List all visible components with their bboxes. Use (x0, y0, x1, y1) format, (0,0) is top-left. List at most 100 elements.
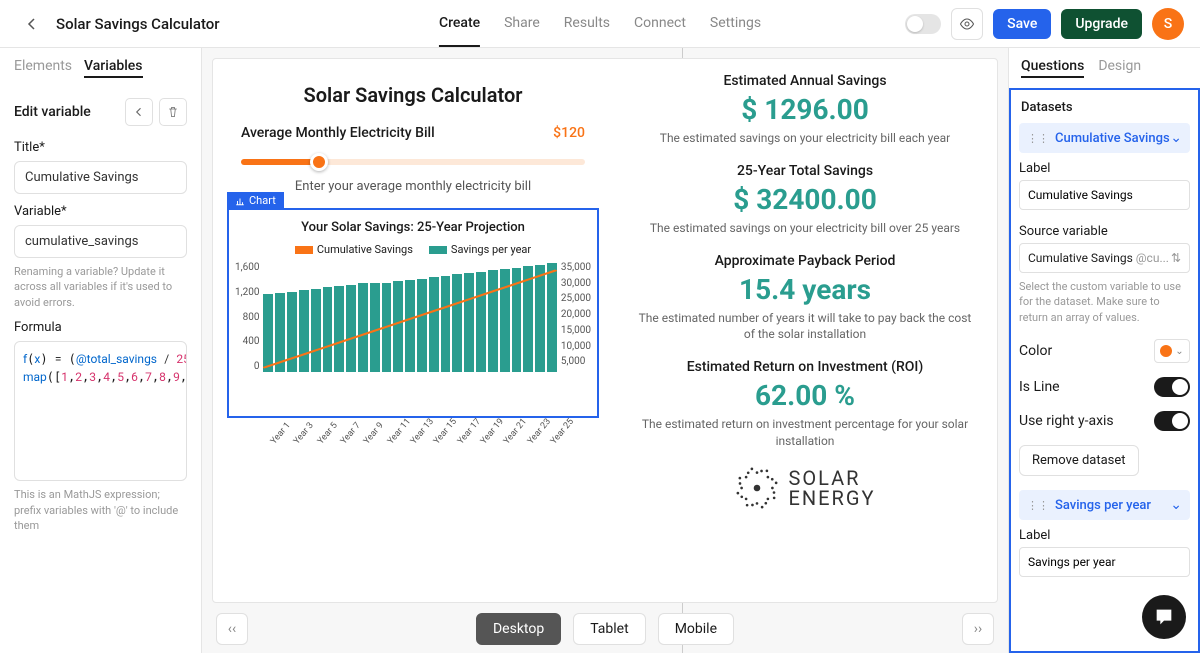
dataset-cumulative[interactable]: ⋮⋮Cumulative Savings ⌄ (1019, 123, 1190, 153)
delete-button[interactable] (159, 98, 187, 126)
chevron-down-icon: ⌄ (1170, 497, 1182, 513)
stat-value: $ 1296.00 (633, 93, 977, 126)
stat-label: Estimated Return on Investment (ROI) (633, 359, 977, 375)
variable-help: Renaming a variable? Update it across al… (14, 264, 187, 310)
stat-label: Estimated Annual Savings (633, 73, 977, 89)
rightaxis-toggle[interactable] (1154, 411, 1190, 431)
stat-label: 25-Year Total Savings (633, 163, 977, 179)
label-label: Label (1019, 161, 1190, 176)
stat-value: $ 32400.00 (633, 183, 977, 216)
eye-icon (959, 16, 975, 32)
logo-icon (735, 466, 779, 510)
undo-button[interactable] (125, 98, 153, 126)
canvas[interactable]: Solar Savings Calculator Average Monthly… (212, 58, 998, 603)
y-axis-left: 1,6001,2008004000 (235, 262, 263, 372)
rightaxis-label: Use right y-axis (1019, 413, 1114, 429)
document-title[interactable]: Solar Savings Calculator (56, 15, 220, 33)
tab-elements[interactable]: Elements (14, 58, 72, 78)
remove-dataset-button[interactable]: Remove dataset (1019, 445, 1139, 476)
label-label: Label (1019, 528, 1190, 543)
nav-tab-connect[interactable]: Connect (634, 1, 686, 47)
y-axis-right: 35,00030,00025,00020,00015,00010,0005,00… (557, 262, 591, 372)
device-desktop[interactable]: Desktop (476, 613, 561, 645)
left-panel: Elements Variables Edit variable Title* … (0, 48, 202, 653)
datasets-title: Datasets (1019, 90, 1190, 123)
variable-input[interactable] (14, 225, 187, 258)
stat-desc: The estimated return on investment perce… (633, 416, 977, 450)
chart-title: Your Solar Savings: 25-Year Projection (235, 220, 591, 235)
drag-icon[interactable]: ⋮⋮ (1027, 499, 1049, 512)
formula-label: Formula (14, 320, 187, 335)
tab-variables[interactable]: Variables (84, 58, 142, 78)
stat-desc: The estimated savings on your electricit… (633, 220, 977, 237)
stat-block: Approximate Payback Period 15.4 years The … (633, 253, 977, 344)
dataset-savings-per-year[interactable]: ⋮⋮Savings per year ⌄ (1019, 490, 1190, 520)
stat-block: 25-Year Total Savings $ 32400.00 The estim… (633, 163, 977, 237)
isline-toggle[interactable] (1154, 377, 1190, 397)
topbar: Solar Savings Calculator Create Share Re… (0, 0, 1200, 48)
user-avatar[interactable]: S (1152, 8, 1184, 40)
stat-value: 62.00 % (633, 379, 977, 412)
source-help: Select the custom variable to use for th… (1019, 279, 1190, 325)
label-input[interactable] (1019, 547, 1190, 577)
device-tablet[interactable]: Tablet (573, 613, 645, 645)
chevron-down-icon: ⌄ (1175, 346, 1183, 357)
back-button[interactable] (16, 8, 48, 40)
preview-button[interactable] (951, 8, 983, 40)
arrow-left-icon (133, 106, 145, 118)
chart-legend: Cumulative Savings Savings per year (235, 243, 591, 256)
isline-label: Is Line (1019, 379, 1060, 395)
drag-icon[interactable]: ⋮⋮ (1027, 132, 1049, 145)
bill-label: Average Monthly Electricity Bill (241, 125, 435, 141)
device-bar: ‹‹ Desktop Tablet Mobile ›› (202, 605, 1008, 653)
chart-plot: 1,6001,2008004000 35,00030,00025,00020,0… (235, 262, 591, 412)
chat-icon (1153, 606, 1175, 628)
stat-value: 15.4 years (633, 273, 977, 306)
main: Elements Variables Edit variable Title* … (0, 48, 1200, 653)
variable-label: Variable* (14, 204, 187, 219)
upgrade-button[interactable]: Upgrade (1061, 9, 1142, 39)
canvas-prev[interactable]: ‹‹ (216, 613, 248, 645)
source-select[interactable]: Cumulative Savings @cu... ⇅ (1019, 243, 1190, 273)
nav-tab-settings[interactable]: Settings (710, 1, 761, 47)
bill-slider[interactable] (241, 151, 585, 171)
edit-variable-heading: Edit variable (14, 104, 91, 120)
label-input[interactable] (1019, 180, 1190, 210)
nav-tabs: Create Share Results Connect Settings (439, 1, 761, 47)
formula-editor[interactable]: f(x) = (@total_savings / 25) map([1,2,3,… (14, 341, 187, 481)
stat-label: Approximate Payback Period (633, 253, 977, 269)
device-mobile[interactable]: Mobile (658, 613, 734, 645)
chart-tag: Chart (227, 192, 284, 209)
chart-element[interactable]: Chart Your Solar Savings: 25-Year Projec… (227, 208, 599, 418)
preview-toggle[interactable] (905, 14, 941, 34)
title-label: Title* (14, 140, 187, 155)
nav-tab-results[interactable]: Results (564, 1, 610, 47)
stat-desc: The estimated number of years it will ta… (633, 310, 977, 344)
bill-value: $120 (553, 125, 585, 141)
color-label: Color (1019, 343, 1052, 359)
stat-block: Estimated Return on Investment (ROI) 62.0… (633, 359, 977, 450)
chart-icon (235, 196, 245, 206)
formula-help: This is an MathJS expression; prefix var… (14, 487, 187, 533)
canvas-next[interactable]: ›› (962, 613, 994, 645)
trash-icon (167, 106, 179, 118)
stat-desc: The estimated savings on your electricit… (633, 130, 977, 147)
save-button[interactable]: Save (993, 9, 1051, 39)
solar-energy-logo: SOLARENERGY (633, 466, 977, 510)
right-panel: Questions Design Datasets ⋮⋮Cumulative S… (1008, 48, 1200, 653)
chevron-updown-icon: ⇅ (1171, 251, 1181, 265)
topbar-right: Save Upgrade S (905, 8, 1184, 40)
arrow-left-icon (24, 16, 40, 32)
help-chat-button[interactable] (1142, 595, 1186, 639)
color-picker[interactable]: ⌄ (1154, 339, 1190, 363)
x-axis: Year 1Year 3Year 5Year 7Year 9Year 11Yea… (269, 440, 553, 450)
canvas-area: Solar Savings Calculator Average Monthly… (202, 48, 1008, 653)
source-label: Source variable (1019, 224, 1190, 239)
nav-tab-share[interactable]: Share (504, 1, 540, 47)
rtab-design[interactable]: Design (1098, 58, 1141, 78)
nav-tab-create[interactable]: Create (439, 1, 480, 47)
rtab-questions[interactable]: Questions (1021, 58, 1084, 78)
chevron-down-icon: ⌄ (1170, 130, 1182, 146)
stat-block: Estimated Annual Savings $ 1296.00 The est… (633, 73, 977, 147)
title-input[interactable] (14, 161, 187, 194)
